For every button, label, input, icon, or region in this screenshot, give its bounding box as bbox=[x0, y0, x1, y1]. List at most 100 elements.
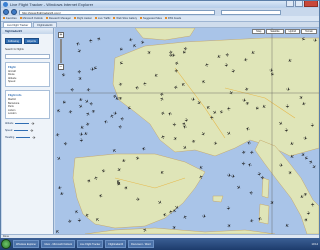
aircraft-icon[interactable]: ✈ bbox=[168, 49, 173, 56]
minimize-button[interactable] bbox=[286, 1, 294, 7]
legend-label: Altitude bbox=[5, 122, 14, 126]
sidebar-panel: flightradar24 Following Airports Search … bbox=[2, 28, 54, 234]
legend-row: Heading ✈ bbox=[5, 134, 50, 140]
legend-row: Altitude ✈ bbox=[5, 120, 50, 126]
favorite-link[interactable]: Live Traffic bbox=[95, 17, 111, 20]
aircraft-icon[interactable]: ✈ bbox=[134, 83, 139, 89]
aircraft-icon[interactable]: ✈ bbox=[202, 214, 207, 220]
aircraft-icon[interactable]: ✈ bbox=[239, 161, 245, 166]
taskbar-item[interactable]: Live Flight Tracker bbox=[76, 240, 104, 248]
close-button[interactable] bbox=[304, 1, 318, 7]
aircraft-icon[interactable]: ✈ bbox=[302, 135, 307, 142]
aircraft-icon[interactable]: ✈ bbox=[93, 174, 100, 180]
aircraft-icon[interactable]: ✈ bbox=[242, 56, 248, 63]
favorite-link[interactable]: Microsoft Outlook bbox=[20, 17, 43, 20]
address-input[interactable]: http://www.flightradar24.com/ bbox=[19, 9, 215, 15]
back-button[interactable] bbox=[3, 9, 9, 15]
aircraft-icon[interactable]: ✈ bbox=[284, 104, 290, 108]
aircraft-icon[interactable]: ✈ bbox=[227, 106, 233, 111]
flight-section-title: Flight bbox=[8, 64, 16, 69]
aircraft-icon[interactable]: ✈ bbox=[78, 132, 83, 139]
legend-bar bbox=[15, 123, 30, 125]
aircraft-icon[interactable]: ✈ bbox=[55, 131, 60, 138]
aircraft-icon[interactable]: ✈ bbox=[62, 141, 69, 146]
browser-window: Live Flight Tracker - Windows Internet E… bbox=[0, 0, 320, 250]
flight-map[interactable]: + − Map Satellite Hybrid Terrain ✈ ✈ ✈ ✈ ✈ ✈ ✈… bbox=[55, 28, 319, 234]
favorite-link[interactable]: Web Slice Gallery bbox=[113, 17, 137, 20]
zoom-out-button[interactable]: − bbox=[58, 64, 64, 70]
forward-button[interactable] bbox=[11, 9, 17, 15]
aircraft-icon[interactable]: ✈ bbox=[242, 97, 247, 104]
title-bar: Live Flight Tracker - Windows Internet E… bbox=[1, 1, 319, 8]
map-type-satellite[interactable]: Satellite bbox=[266, 29, 284, 34]
aircraft-icon[interactable]: ✈ bbox=[191, 96, 196, 102]
aircraft-icon[interactable]: ✈ bbox=[310, 203, 316, 207]
aircraft-icon[interactable]: ✈ bbox=[174, 60, 181, 66]
aircraft-icon[interactable]: ✈ bbox=[88, 39, 94, 43]
aircraft-icon[interactable]: ✈ bbox=[78, 138, 84, 143]
aircraft-icon[interactable]: ✈ bbox=[85, 85, 90, 92]
aircraft-icon[interactable]: ✈ bbox=[136, 197, 141, 203]
flight-info-row: London bbox=[8, 112, 17, 116]
aircraft-icon[interactable]: ✈ bbox=[279, 163, 283, 169]
zoom-slider[interactable] bbox=[60, 39, 62, 63]
aircraft-icon[interactable]: ✈ bbox=[59, 72, 66, 78]
address-bar-row: http://www.flightradar24.com/ bbox=[1, 8, 319, 16]
maximize-button[interactable] bbox=[295, 1, 303, 7]
land-uk bbox=[134, 28, 196, 41]
map-type-hybrid[interactable]: Hybrid bbox=[284, 29, 301, 34]
aircraft-icon[interactable]: ✈ bbox=[119, 115, 124, 121]
map-type-terrain[interactable]: Terrain bbox=[301, 29, 317, 34]
favorite-link[interactable]: Suggested Sites bbox=[140, 17, 162, 20]
flight-search-input[interactable] bbox=[5, 53, 50, 59]
aircraft-icon[interactable]: ✈ bbox=[304, 211, 311, 216]
aircraft-icon[interactable]: ✈ bbox=[246, 139, 251, 146]
map-land-layer bbox=[55, 28, 319, 234]
ie-logo-icon bbox=[3, 2, 8, 7]
taskbar-item[interactable]: Windows Explorer bbox=[13, 240, 40, 248]
favorite-link[interactable]: Flight tracker bbox=[74, 17, 92, 20]
aircraft-icon[interactable]: ✈ bbox=[249, 189, 253, 195]
legend-bar bbox=[16, 137, 31, 139]
flight-info-section: Flight info Madrid Barcelona Paris Lisbo… bbox=[5, 89, 50, 119]
flight-info-title: Flight info bbox=[8, 92, 22, 97]
map-type-map[interactable]: Map bbox=[252, 29, 266, 34]
plane-icon: ✈ bbox=[32, 134, 36, 140]
aircraft-icon[interactable]: ✈ bbox=[249, 150, 255, 155]
favorite-link[interactable]: Favorites bbox=[3, 17, 17, 20]
aircraft-icon[interactable]: ✈ bbox=[88, 100, 92, 106]
plane-icon: ✈ bbox=[31, 120, 35, 126]
favorite-link[interactable]: Research Manager bbox=[46, 17, 71, 20]
aircraft-icon[interactable]: ✈ bbox=[67, 219, 72, 226]
aircraft-icon[interactable]: ✈ bbox=[75, 218, 81, 223]
aircraft-icon[interactable]: ✈ bbox=[282, 128, 288, 133]
taskbar-item[interactable]: Document - Word bbox=[128, 240, 154, 248]
taskbar-clock: 10:14 bbox=[311, 242, 319, 246]
aircraft-icon[interactable]: ✈ bbox=[312, 38, 317, 45]
land-balearics bbox=[212, 195, 224, 203]
taskbar-item[interactable]: Inbox - Microsoft Outlook bbox=[41, 240, 75, 248]
start-button[interactable] bbox=[1, 239, 11, 249]
aircraft-icon[interactable]: ✈ bbox=[227, 173, 232, 179]
favorite-link[interactable]: RSS Feeds bbox=[165, 17, 181, 20]
aircraft-icon[interactable]: ✈ bbox=[70, 86, 74, 92]
following-button[interactable]: Following bbox=[5, 38, 22, 44]
taskbar: Windows Explorer Inbox - Microsoft Outlo… bbox=[0, 238, 320, 250]
search-input[interactable] bbox=[221, 9, 281, 15]
zoom-in-button[interactable]: + bbox=[58, 32, 64, 38]
airports-button[interactable]: Airports bbox=[23, 38, 39, 44]
aircraft-icon[interactable]: ✈ bbox=[118, 123, 122, 129]
tab-live-flight[interactable]: Live Flight Tracker bbox=[3, 22, 33, 27]
tab-flightradar[interactable]: Flightradar24 bbox=[33, 22, 57, 27]
taskbar-item[interactable]: Flightradar24 bbox=[105, 240, 127, 248]
aircraft-icon[interactable]: ✈ bbox=[77, 68, 82, 74]
aircraft-icon[interactable]: ✈ bbox=[231, 173, 236, 179]
aircraft-icon[interactable]: ✈ bbox=[217, 108, 224, 114]
window-title: Live Flight Tracker - Windows Internet E… bbox=[10, 2, 94, 7]
legend-bar bbox=[14, 130, 29, 132]
info-row: Speed bbox=[8, 80, 16, 84]
aircraft-icon[interactable]: ✈ bbox=[171, 122, 177, 127]
aircraft-icon[interactable]: ✈ bbox=[225, 51, 229, 57]
aircraft-icon[interactable]: ✈ bbox=[223, 62, 230, 67]
sidebar-buttons: Following Airports bbox=[2, 34, 53, 48]
